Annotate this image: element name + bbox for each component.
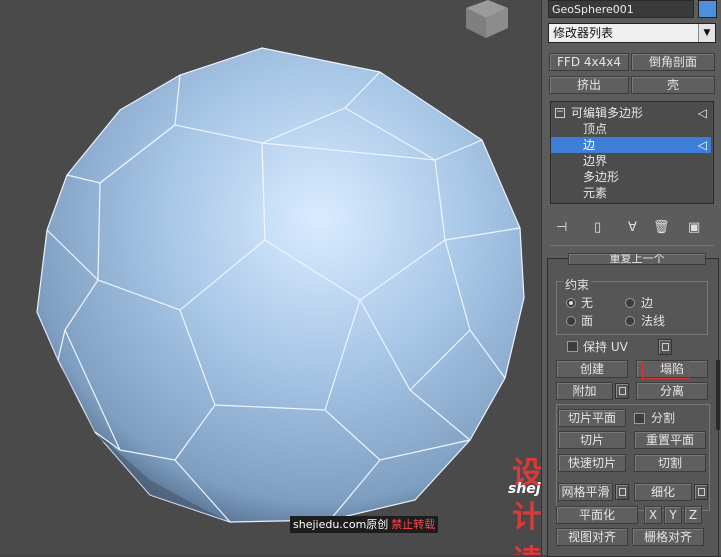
- repeat-last-button[interactable]: 重复上一个: [568, 253, 706, 265]
- radio-normal[interactable]: [625, 316, 635, 326]
- attach-settings-icon[interactable]: [615, 383, 629, 399]
- radio-face[interactable]: [566, 316, 576, 326]
- radio-edge-label: 边: [641, 296, 654, 310]
- stack-item-polygon[interactable]: 多边形: [551, 169, 711, 185]
- edit-geometry-rollout: 重复上一个 约束 无 边 面 法线 保持 UV 创建 塌陷 附加 分离 切片平面…: [547, 253, 719, 557]
- planarize-y-button[interactable]: Y: [664, 506, 682, 524]
- slice-plane-button[interactable]: 切片平面: [558, 409, 626, 427]
- radio-normal-label: 法线: [641, 314, 666, 328]
- configure-sets-icon[interactable]: ▣: [688, 220, 700, 235]
- stack-root[interactable]: − 可编辑多边形 ◁: [551, 105, 711, 121]
- viewcube-icon: [466, 0, 508, 38]
- chevron-down-icon: ▼: [698, 24, 715, 42]
- perspective-viewport[interactable]: 设计读 shejiedu.com shejiedu.com原创禁止转载: [0, 0, 541, 555]
- stack-item-label: 边界: [583, 154, 608, 168]
- planarize-x-button[interactable]: X: [644, 506, 662, 524]
- meshsmooth-button[interactable]: 网格平滑: [558, 483, 613, 501]
- stack-item-label: 顶点: [583, 122, 608, 136]
- quickslice-button[interactable]: 快速切片: [558, 454, 626, 472]
- collapse-highlight: [642, 361, 690, 379]
- watermark-credit: shejiedu.com原创 禁止转载: [290, 516, 439, 533]
- tessellate-settings-icon[interactable]: [694, 484, 708, 500]
- stack-item-border[interactable]: 边界: [551, 153, 711, 169]
- stack-root-label: 可编辑多边形: [571, 106, 644, 120]
- shell-button[interactable]: 壳: [631, 76, 715, 94]
- radio-none[interactable]: [566, 298, 576, 308]
- stack-item-element[interactable]: 元素: [551, 185, 711, 201]
- object-name-field[interactable]: GeoSphere001: [548, 0, 694, 18]
- stack-item-edge[interactable]: 边 ◁: [551, 137, 711, 153]
- watermark-site: shejiedu.com: [508, 481, 541, 497]
- split-checkbox[interactable]: [634, 413, 645, 424]
- ffd-button[interactable]: FFD 4x4x4: [549, 53, 629, 71]
- modifier-list-label: 修改器列表: [553, 26, 614, 40]
- stack-item-label: 多边形: [583, 170, 620, 184]
- chamfer-profile-button[interactable]: 倒角剖面: [631, 53, 715, 71]
- slice-button[interactable]: 切片: [558, 431, 626, 449]
- view-align-button[interactable]: 视图对齐: [556, 528, 628, 546]
- meshsmooth-settings-icon[interactable]: [615, 484, 629, 500]
- stack-item-vertex[interactable]: 顶点: [551, 121, 711, 137]
- planarize-z-button[interactable]: Z: [684, 506, 702, 524]
- make-unique-icon[interactable]: ∀: [628, 220, 637, 235]
- radio-face-label: 面: [581, 314, 594, 328]
- collapse-toggle-icon[interactable]: −: [555, 108, 565, 118]
- stack-item-label: 元素: [583, 186, 608, 200]
- triangle-icon: ◁: [697, 106, 707, 120]
- preserve-uv-checkbox[interactable]: [567, 341, 578, 352]
- triangle-icon: ◁: [697, 138, 707, 152]
- stack-item-label: 边: [583, 138, 596, 152]
- create-button[interactable]: 创建: [556, 360, 628, 378]
- extrude-button[interactable]: 挤出: [549, 76, 629, 94]
- command-panel: GeoSphere001 修改器列表 ▼ FFD 4x4x4 倒角剖面 挤出 壳…: [541, 0, 721, 557]
- cut-button[interactable]: 切割: [634, 454, 706, 472]
- split-label: 分割: [651, 411, 676, 425]
- geosphere-mesh: [36, 0, 525, 523]
- toolbar-divider: [550, 245, 714, 246]
- detach-button[interactable]: 分离: [636, 382, 708, 400]
- constraints-title: 约束: [563, 276, 592, 293]
- watermark-logo: 设计读: [512, 456, 541, 555]
- tessellate-button[interactable]: 细化: [634, 483, 692, 501]
- constraints-group: 约束 无 边 面 法线: [556, 276, 708, 335]
- preserve-uv-settings-icon[interactable]: [658, 339, 672, 355]
- radio-none-label: 无: [581, 296, 594, 310]
- attach-button[interactable]: 附加: [556, 382, 613, 400]
- modifier-list-dropdown[interactable]: 修改器列表 ▼: [548, 23, 716, 43]
- radio-edge[interactable]: [625, 298, 635, 308]
- credit-site: shejiedu.com原创: [293, 518, 389, 531]
- grid-align-button[interactable]: 栅格对齐: [632, 528, 704, 546]
- preserve-uv-label: 保持 UV: [583, 340, 628, 354]
- modifier-stack[interactable]: − 可编辑多边形 ◁ 顶点 边 ◁ 边界 多边形 元素: [550, 101, 714, 204]
- reset-plane-button[interactable]: 重置平面: [634, 431, 706, 449]
- show-end-result-icon[interactable]: ▯: [594, 220, 601, 235]
- credit-warn: 禁止转载: [391, 518, 436, 531]
- planarize-button[interactable]: 平面化: [556, 506, 638, 524]
- remove-modifier-icon[interactable]: 🗑: [653, 220, 670, 235]
- panel-scrollbar[interactable]: [716, 360, 720, 430]
- object-color-swatch[interactable]: [698, 0, 717, 18]
- pin-stack-icon[interactable]: ⊣: [556, 220, 567, 235]
